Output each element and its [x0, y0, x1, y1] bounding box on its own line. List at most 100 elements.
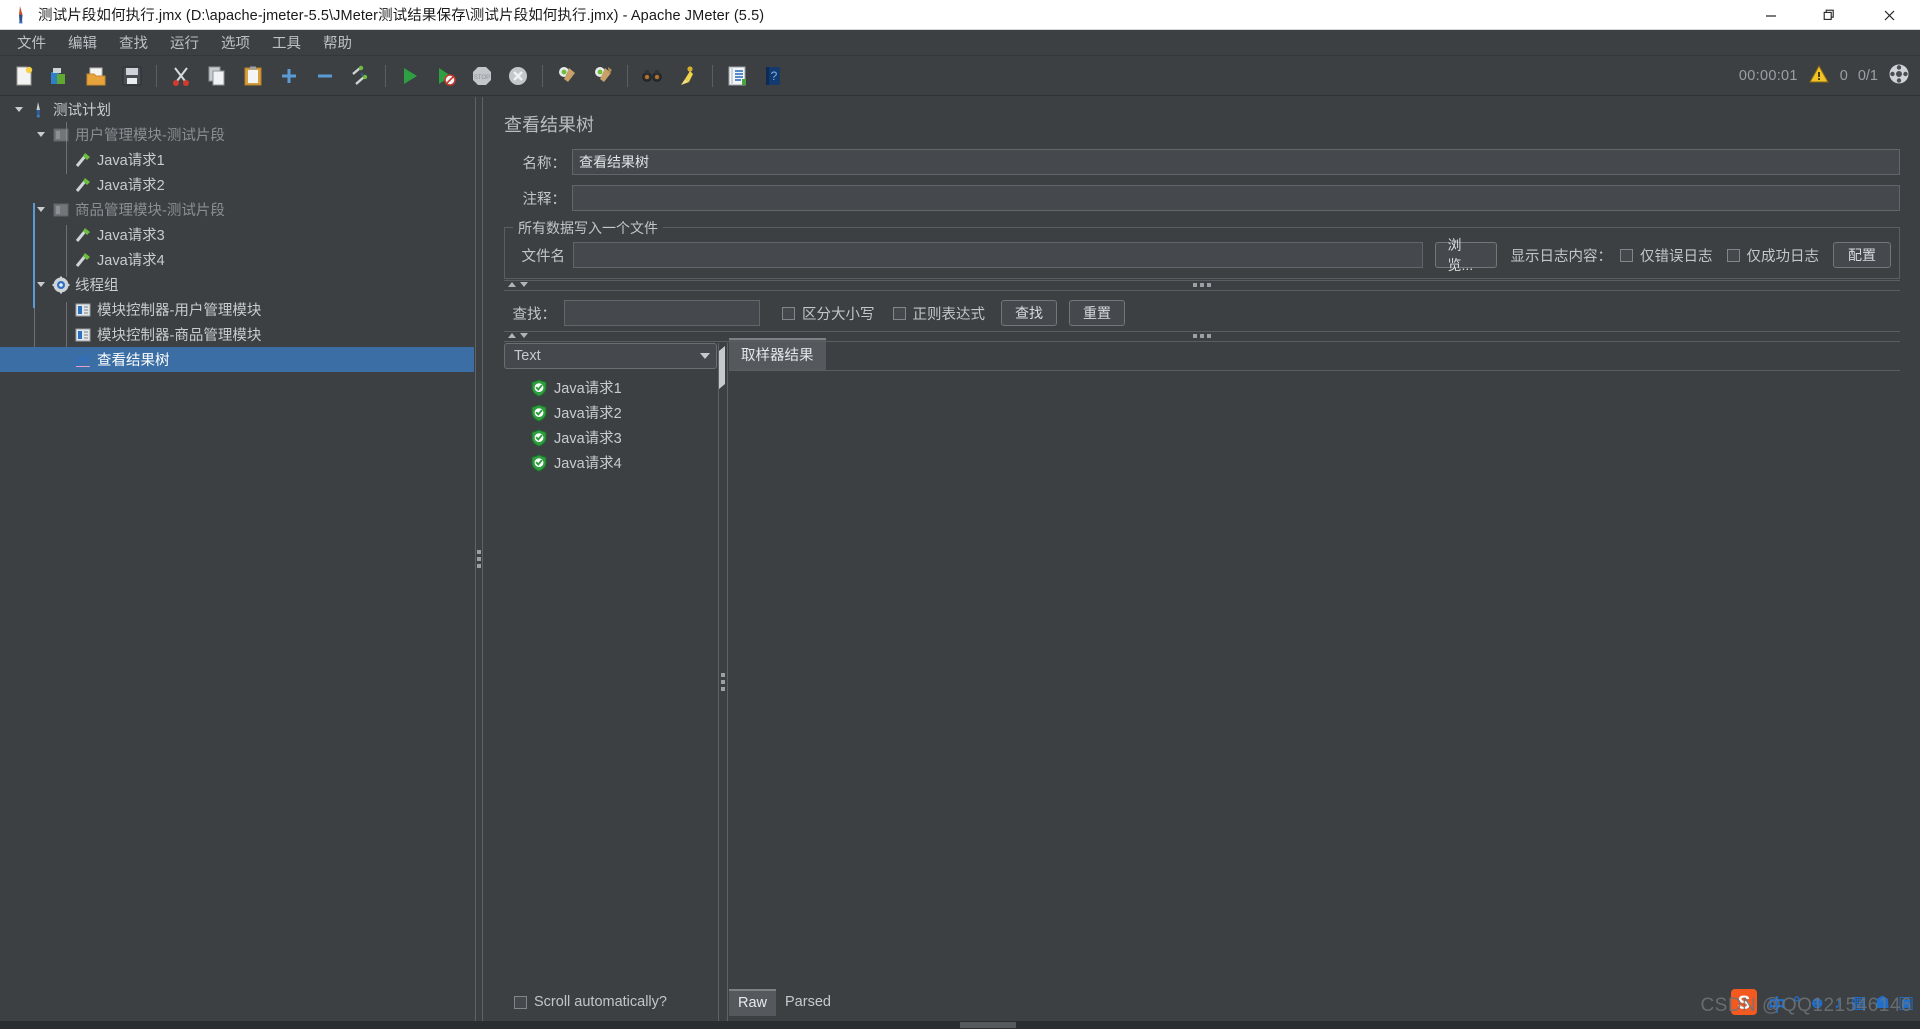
jmeter-icon	[8, 0, 34, 30]
expander-chevron-down-icon[interactable]	[32, 207, 50, 212]
open-icon[interactable]	[81, 61, 111, 91]
errors-only-checkbox[interactable]	[1620, 248, 1633, 262]
result-list-item[interactable]: Java请求4	[504, 450, 717, 475]
results-right-pane: 取样器结果 Raw Parsed	[729, 338, 1900, 1021]
errors-only-label: 仅错误日志	[1640, 248, 1713, 265]
start-no-pauses-icon[interactable]	[431, 61, 461, 91]
tree-node-product-fragment[interactable]: 商品管理模块-测试片段	[0, 197, 474, 222]
new-icon[interactable]	[9, 61, 39, 91]
expand-all-icon[interactable]	[274, 61, 304, 91]
test-plan-tree[interactable]: 测试计划 用户管理模块-测试片段 Java请求1 Java请求2 商品管理模块-测试片段…	[0, 97, 474, 1021]
menu-help[interactable]: 帮助	[312, 29, 363, 56]
tree-node-thread-group[interactable]: 线程组	[0, 272, 474, 297]
stop-icon[interactable]: STOP	[467, 61, 497, 91]
thread-count: 0/1	[1857, 68, 1878, 84]
write-results-to-file-group: 所有数据写入一个文件 文件名 浏览... 显示日志内容： 仅错误日志 仅成功日志…	[504, 218, 1900, 279]
tree-node-user-fragment[interactable]: 用户管理模块-测试片段	[0, 122, 474, 147]
reset-search-button[interactable]: 重置	[1069, 300, 1125, 326]
results-splitter[interactable]	[717, 343, 729, 1021]
menu-file[interactable]: 文件	[6, 29, 57, 56]
help-icon[interactable]: ?	[758, 61, 788, 91]
splitter-arrows[interactable]	[508, 333, 528, 338]
splitter-line	[482, 97, 483, 1021]
tree-node-test-plan[interactable]: 测试计划	[0, 97, 474, 122]
expander-chevron-down-icon[interactable]	[10, 107, 28, 112]
result-list-item[interactable]: Java请求1	[504, 375, 717, 400]
splitter-grip[interactable]	[477, 550, 481, 568]
tab-raw[interactable]: Raw	[729, 988, 777, 1016]
main-splitter[interactable]	[474, 97, 484, 1021]
start-icon[interactable]	[395, 61, 425, 91]
java-request-icon	[72, 151, 94, 169]
tree-node-java-request-1[interactable]: Java请求1	[0, 147, 474, 172]
tree-node-java-request-2[interactable]: Java请求2	[0, 172, 474, 197]
toolbar-separator	[542, 64, 543, 87]
collapse-right-arrow-icon[interactable]	[719, 362, 725, 389]
restore-button[interactable]	[1800, 0, 1858, 30]
menu-search[interactable]: 查找	[108, 29, 159, 56]
scroll-automatically-checkbox[interactable]	[514, 995, 527, 1009]
tree-node-view-results-tree[interactable]: 查看结果树	[0, 347, 474, 372]
svg-text:STOP: STOP	[474, 75, 490, 81]
menu-options[interactable]: 选项	[210, 29, 261, 56]
splitter-line	[504, 341, 1900, 342]
search-button[interactable]: 查找	[1001, 300, 1057, 326]
lower-splitter[interactable]	[504, 330, 1900, 343]
splitter-grip[interactable]	[1193, 334, 1211, 338]
collapse-all-icon[interactable]	[310, 61, 340, 91]
expander-chevron-down-icon[interactable]	[32, 282, 50, 287]
menu-edit[interactable]: 编辑	[57, 29, 108, 56]
view-results-tree-panel: 查看结果树 名称： 查看结果树 注释： 所有数据写入一个文件 文件名 浏览...…	[484, 97, 1920, 1021]
tree-node-java-request-3[interactable]: Java请求3	[0, 222, 474, 247]
results-list[interactable]: Java请求1 Java请求2 Java请求3 Java请求4	[504, 369, 717, 983]
warning-triangle-icon[interactable]	[1808, 64, 1830, 89]
comment-input[interactable]	[572, 185, 1900, 211]
splitter-line	[718, 343, 719, 1021]
splitter-grip[interactable]	[1193, 283, 1211, 287]
clear-all-icon[interactable]	[588, 61, 618, 91]
filename-input[interactable]	[573, 242, 1423, 268]
tab-parsed[interactable]: Parsed	[776, 990, 840, 1015]
log-display-label: 显示日志内容：	[1510, 248, 1613, 265]
result-item-label: Java请求1	[554, 381, 622, 397]
close-button[interactable]	[1858, 0, 1920, 30]
save-icon[interactable]	[117, 61, 147, 91]
result-list-item[interactable]: Java请求2	[504, 400, 717, 425]
chevron-down-icon[interactable]	[700, 353, 710, 359]
upper-splitter[interactable]	[504, 279, 1900, 292]
tree-node-module-controller-user[interactable]: 模块控制器-用户管理模块	[0, 297, 474, 322]
splitter-arrows[interactable]	[508, 282, 528, 287]
expander-chevron-down-icon[interactable]	[32, 132, 50, 137]
copy-icon[interactable]	[202, 61, 232, 91]
result-list-item[interactable]: Java请求3	[504, 425, 717, 450]
test-plan-icon	[28, 101, 50, 119]
templates-icon[interactable]	[45, 61, 75, 91]
cut-icon[interactable]	[166, 61, 196, 91]
regexp-checkbox[interactable]	[892, 306, 906, 320]
paste-icon[interactable]	[238, 61, 268, 91]
successes-only-checkbox[interactable]	[1726, 248, 1740, 262]
toggle-icon[interactable]	[346, 61, 376, 91]
case-sensitive-checkbox[interactable]	[782, 306, 795, 320]
minimize-button[interactable]	[1742, 0, 1800, 30]
horizontal-scrollbar[interactable]	[0, 1021, 1920, 1029]
browse-button[interactable]: 浏览...	[1434, 237, 1497, 273]
name-input[interactable]: 查看结果树	[572, 149, 1900, 175]
splitter-grip[interactable]	[721, 673, 725, 691]
function-helper-icon[interactable]	[722, 61, 752, 91]
clear-icon[interactable]	[552, 61, 582, 91]
tree-node-label: Java请求2	[97, 178, 165, 194]
search-input[interactable]	[564, 300, 760, 326]
shutdown-icon[interactable]	[503, 61, 533, 91]
search-reset-icon[interactable]	[673, 61, 703, 91]
tree-node-module-controller-product[interactable]: 模块控制器-商品管理模块	[0, 322, 474, 347]
scrollbar-thumb[interactable]	[960, 1022, 1016, 1028]
menu-tools[interactable]: 工具	[261, 29, 312, 56]
search-icon[interactable]	[637, 61, 667, 91]
results-split: Text Java请求1 Java请求2 Java请求3 Java请求4 Scroll…	[504, 338, 1900, 1021]
tree-node-java-request-4[interactable]: Java请求4	[0, 247, 474, 272]
menu-run[interactable]: 运行	[159, 29, 210, 56]
main-split: 测试计划 用户管理模块-测试片段 Java请求1 Java请求2 商品管理模块-测试片段…	[0, 97, 1920, 1021]
configure-button[interactable]: 配置	[1833, 242, 1891, 268]
renderer-select[interactable]: Text	[504, 343, 717, 369]
